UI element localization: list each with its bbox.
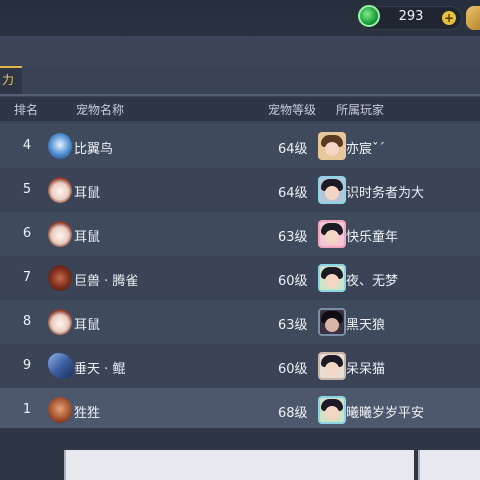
pet-level-cell: 64级 (278, 186, 308, 201)
rank-cell: 8 (22, 314, 32, 329)
rank-cell: 9 (22, 358, 32, 373)
player-name-cell[interactable]: 黑天狼 (346, 314, 385, 333)
ear-mouse-pet-icon (48, 221, 72, 247)
player-avatar[interactable] (318, 264, 346, 292)
giant-beast-pet-icon (48, 265, 72, 291)
header-pet-level: 宠物等级 (268, 103, 317, 117)
player-avatar[interactable] (318, 176, 346, 204)
player-avatar[interactable] (318, 132, 346, 160)
pet-name-cell: 耳鼠 (74, 186, 101, 201)
kun-fish-pet-icon (48, 353, 74, 379)
player-avatar[interactable] (318, 352, 346, 380)
ear-mouse-pet-icon (48, 177, 72, 203)
player-name-cell[interactable]: 呆呆猫 (346, 358, 385, 377)
player-name-cell[interactable]: 识时务者为大 (346, 182, 424, 201)
header-rank: 排名 (14, 103, 39, 117)
currency-value: 293 (398, 9, 424, 24)
player-name-cell[interactable]: 亦宸ˇˊ (346, 138, 385, 157)
rank-cell: 1 (22, 402, 32, 417)
pet-name-cell: 比翼鸟 (74, 142, 114, 157)
add-currency-button[interactable]: + (442, 11, 456, 25)
table-row[interactable]: 4 比翼鸟 64级 亦宸ˇˊ (0, 124, 480, 168)
table-row[interactable]: 7 巨兽 · 腾雀 60级 夜、无梦 (0, 256, 480, 300)
table-row[interactable]: 5 耳鼠 64级 识时务者为大 (0, 168, 480, 212)
header-pet-name: 宠物名称 (76, 103, 125, 117)
pet-level-cell: 60级 (278, 362, 308, 377)
rank-cell: 6 (22, 226, 32, 241)
rank-cell: 5 (22, 182, 32, 197)
bottom-action-button[interactable] (64, 450, 414, 480)
player-avatar[interactable] (318, 396, 346, 424)
tab-power[interactable]: 力 (0, 66, 22, 94)
table-row[interactable]: 9 垂天 · 鲲 60级 呆呆猫 (0, 344, 480, 388)
tab-divider (0, 94, 480, 96)
tab-strip (0, 66, 480, 94)
pet-level-cell: 63级 (278, 318, 308, 333)
bottom-side-button[interactable] (418, 450, 480, 480)
player-avatar[interactable] (318, 220, 346, 248)
pet-level-cell: 63级 (278, 230, 308, 245)
pet-name-cell: 垂天 · 鲲 (74, 362, 126, 377)
pet-name-cell: 耳鼠 (74, 318, 101, 333)
gold-currency-icon[interactable] (466, 6, 480, 30)
self-rank-row[interactable]: 1 狌狌 68级 曦曦岁岁平安 (0, 388, 480, 432)
pet-level-cell: 64级 (278, 142, 308, 157)
player-name-cell[interactable]: 快乐童年 (346, 226, 398, 245)
player-avatar[interactable] (318, 308, 346, 336)
ear-mouse-pet-icon (48, 309, 72, 335)
player-name-cell[interactable]: 夜、无梦 (346, 270, 398, 289)
pet-name-cell: 耳鼠 (74, 230, 101, 245)
player-name-cell[interactable]: 曦曦岁岁平安 (346, 402, 424, 421)
table-row[interactable]: 6 耳鼠 63级 快乐童年 (0, 212, 480, 256)
table-header: 排名 宠物名称 宠物等级 所属玩家 (0, 97, 480, 121)
rank-cell: 4 (22, 138, 32, 153)
header-owner: 所属玩家 (336, 103, 385, 117)
bird-pet-icon (48, 133, 72, 159)
pet-name-cell: 巨兽 · 腾雀 (74, 274, 139, 289)
pet-level-cell: 60级 (278, 274, 308, 289)
monkey-pet-icon (48, 397, 72, 423)
rank-cell: 7 (22, 270, 32, 285)
pet-name-cell: 狌狌 (74, 406, 101, 421)
top-bar: 293 + (0, 0, 480, 36)
jade-currency-icon (358, 5, 380, 27)
pet-level-cell: 68级 (278, 406, 308, 421)
table-row[interactable]: 8 耳鼠 63级 黑天狼 (0, 300, 480, 344)
